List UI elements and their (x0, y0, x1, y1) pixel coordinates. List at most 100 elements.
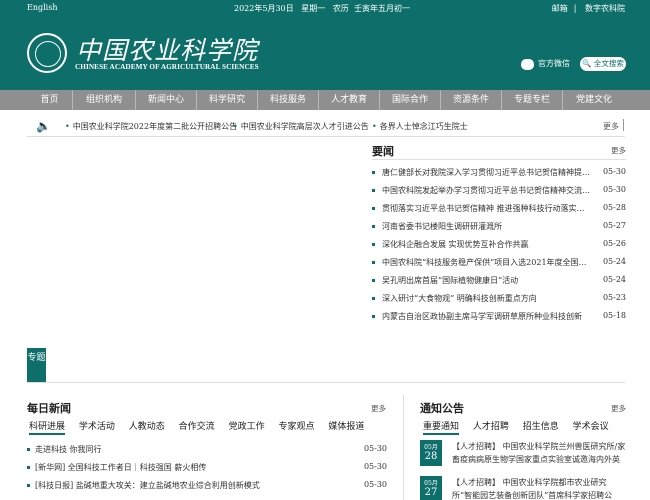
logo-chinese[interactable]: 中国农业科学院 (76, 31, 258, 67)
ticker-item[interactable]: 各界人士悼念江巧生院士 (372, 121, 468, 132)
mail-link[interactable]: 邮箱 (552, 4, 568, 13)
news-title[interactable]: [新华网] 全国科技工作者日｜科技强国 薪火相传 (35, 462, 355, 473)
top-bar: English 2022年5月30日 星期一 农历 壬寅年五月初一 邮箱 | 数字… (0, 0, 650, 15)
news-row[interactable]: [科技日报] 盐碱地重大攻关：建立盐碱地农业综合利用创新模式 05-30 (27, 480, 387, 494)
news-title[interactable]: 走进科技 你我同行 (35, 444, 355, 455)
nav-item-resources[interactable]: 资源条件 (441, 90, 502, 110)
search-button[interactable]: 🔍 全文搜索 (580, 57, 626, 71)
nav-item-talent[interactable]: 人才教育 (319, 90, 380, 110)
speaker-icon: 🔈 (36, 119, 51, 133)
headline-title[interactable]: 唐仁健部长对我院深入学习贯彻习近平总书记贺信精神提… (382, 167, 592, 178)
headline-row[interactable]: 贯彻落实习近平总书记贺信精神 推进强种科技行动落实落… 05-28 (372, 203, 626, 217)
notices-title: 通知公告 (420, 402, 464, 415)
nav-item-research[interactable]: 科学研究 (197, 90, 258, 110)
news-row[interactable]: [新华网] 全国科技工作者日｜科技强国 薪火相传 05-30 (27, 462, 387, 476)
headline-row[interactable]: 深化科企融合发展 实现优势互补合作共赢 05-26 (372, 239, 626, 253)
nav-item-party[interactable]: 党建文化 (563, 90, 625, 110)
headline-date: 05-30 (602, 185, 626, 194)
tab-admissions[interactable]: 招生信息 (523, 422, 559, 432)
tab-party-work[interactable]: 党政工作 (229, 422, 265, 432)
headline-title[interactable]: 内蒙古自治区政协副主席马学军调研草原所种业科技创新 (382, 311, 592, 322)
headline-row[interactable]: 唐仁健部长对我院深入学习贯彻习近平总书记贺信精神提… 05-30 (372, 167, 626, 181)
headline-title[interactable]: 中国农科院发起举办学习贯彻习近平总书记贺信精神交流… (382, 185, 592, 196)
notice-month: 05月 (424, 480, 438, 487)
wechat-icon (521, 58, 534, 70)
headline-row[interactable]: 中国农科院发起举办学习贯彻习近平总书记贺信精神交流… 05-30 (372, 185, 626, 199)
headline-date: 05-24 (602, 275, 626, 284)
tab-research-progress[interactable]: 科研进展 (29, 422, 65, 432)
headline-title[interactable]: 深化科企融合发展 实现优势互补合作共赢 (382, 239, 592, 250)
notice-day: 27日 (424, 487, 438, 498)
nav-item-news[interactable]: 新闻中心 (136, 90, 197, 110)
date-info: 2022年5月30日 星期一 农历 壬寅年五月初一 (234, 3, 410, 14)
tab-personnel[interactable]: 人教动态 (129, 422, 165, 432)
column-divider (403, 395, 404, 500)
active-tab-indicator (29, 433, 65, 435)
main-nav: 首页 组织机构 新闻中心 科学研究 科技服务 人才教育 国际合作 资源条件 专题… (0, 90, 650, 110)
notice-item[interactable]: 05月 28日 【人才招聘】 中国农业科学院兰州兽医研究所/家畜疫病病原生物学国… (420, 440, 626, 477)
headlines-title: 要闻 (372, 145, 394, 158)
calendar-date-badge: 05月 28日 (420, 440, 442, 477)
nav-item-international[interactable]: 国际合作 (380, 90, 441, 110)
tab-conferences[interactable]: 学术会议 (573, 422, 609, 432)
tab-important-notice[interactable]: 重要通知 (423, 422, 459, 432)
headline-title[interactable]: 贯彻落实习近平总书记贺信精神 推进强种科技行动落实落… (382, 203, 592, 214)
logo-english: CHINESE ACADEMY OF AGRICULTURAL SCIENCES (75, 63, 259, 71)
news-title[interactable]: [科技日报] 盐碱地重大攻关：建立盐碱地农业综合利用创新模式 (35, 480, 355, 491)
headline-date: 05-30 (602, 167, 626, 176)
bullet-icon (372, 261, 375, 264)
headline-row[interactable]: 内蒙古自治区政协副主席马学军调研草原所种业科技创新 05-18 (372, 311, 626, 325)
daily-news-tabs: 科研进展 学术活动 人教动态 合作交流 党政工作 专家观点 媒体报道 (29, 419, 375, 432)
bullet-icon (372, 225, 375, 228)
top-links: 邮箱 | 数字农科院 (551, 4, 625, 13)
headlines-divider (372, 159, 626, 160)
nav-item-special[interactable]: 专题专栏 (502, 90, 563, 110)
tab-media[interactable]: 媒体报道 (328, 422, 364, 432)
active-tab-indicator (423, 433, 459, 435)
notices-more-link[interactable]: 更多 (611, 403, 626, 414)
tab-recruitment[interactable]: 人才招聘 (473, 422, 509, 432)
headline-title[interactable]: 河南省委书记楼阳生调研研灌溉所 (382, 221, 592, 232)
headline-title[interactable]: 吴孔明出席首届“国际植物健康日”活动 (382, 275, 592, 286)
language-link[interactable]: English (27, 3, 58, 12)
ticker-more-link[interactable]: 更多 (603, 121, 619, 132)
tab-academic[interactable]: 学术活动 (79, 422, 115, 432)
bullet-icon (372, 243, 375, 246)
news-date: 05-30 (363, 444, 387, 453)
tab-cooperation[interactable]: 合作交流 (179, 422, 215, 432)
site-header: 中国农业科学院 CHINESE ACADEMY OF AGRICULTURAL … (0, 15, 650, 90)
bullet-icon (372, 279, 375, 282)
headline-row[interactable]: 河南省委书记楼阳生调研研灌溉所 05-27 (372, 221, 626, 235)
bullet-icon (372, 297, 375, 300)
news-date: 05-30 (363, 480, 387, 489)
notice-text[interactable]: 【人才招聘】 中国农业科学院都市农业研究所“智能园艺装备创新团队”首席科学家招聘… (452, 476, 626, 500)
daily-news-more-link[interactable]: 更多 (371, 403, 386, 414)
headline-row[interactable]: 深入研讨“大食物观” 明确科技创新重点方向 05-23 (372, 293, 626, 307)
headline-row[interactable]: 吴孔明出席首届“国际植物健康日”活动 05-24 (372, 275, 626, 289)
ticker-item[interactable]: 中国农业科学院高层次人才引进公告 (233, 121, 369, 132)
special-topics-tag[interactable]: 专题 (27, 348, 46, 382)
wechat-link[interactable]: 官方微信 (521, 58, 570, 70)
headline-row[interactable]: 中国农科院“科技服务稳产保供”项目入选2021年度全国学… 05-24 (372, 257, 626, 271)
nav-item-home[interactable]: 首页 (27, 90, 73, 110)
bullet-icon (372, 189, 375, 192)
notice-item[interactable]: 05月 27日 【人才招聘】 中国农业科学院都市农业研究所“智能园艺装备创新团队… (420, 476, 626, 500)
news-row[interactable]: 走进科技 你我同行 05-30 (27, 444, 387, 458)
ticker-divider (623, 119, 624, 131)
academy-emblem-icon[interactable] (27, 33, 67, 73)
date-text: 2022年5月30日 (234, 4, 294, 13)
headline-title[interactable]: 中国农科院“科技服务稳产保供”项目入选2021年度全国学… (382, 257, 592, 268)
bullet-icon (372, 207, 375, 210)
notice-text[interactable]: 【人才招聘】 中国农业科学院兰州兽医研究所/家畜疫病病原生物学国家重点实验室诚邀… (452, 440, 626, 466)
notices-tabs: 重要通知 人才招聘 招生信息 学术会议 (423, 419, 620, 432)
headline-date: 05-28 (602, 203, 626, 212)
lunar-label: 农历 (332, 4, 349, 13)
search-label: 全文搜索 (593, 59, 624, 68)
headlines-more-link[interactable]: 更多 (611, 145, 626, 156)
nav-item-tech-service[interactable]: 科技服务 (258, 90, 319, 110)
headline-title[interactable]: 深入研讨“大食物观” 明确科技创新重点方向 (382, 293, 592, 304)
digital-link[interactable]: 数字农科院 (585, 4, 625, 13)
nav-item-organization[interactable]: 组织机构 (73, 90, 136, 110)
tab-expert-views[interactable]: 专家观点 (278, 422, 314, 432)
ticker-item[interactable]: 中国农业科学院2022年度第二批公开招聘公告 (65, 121, 237, 132)
